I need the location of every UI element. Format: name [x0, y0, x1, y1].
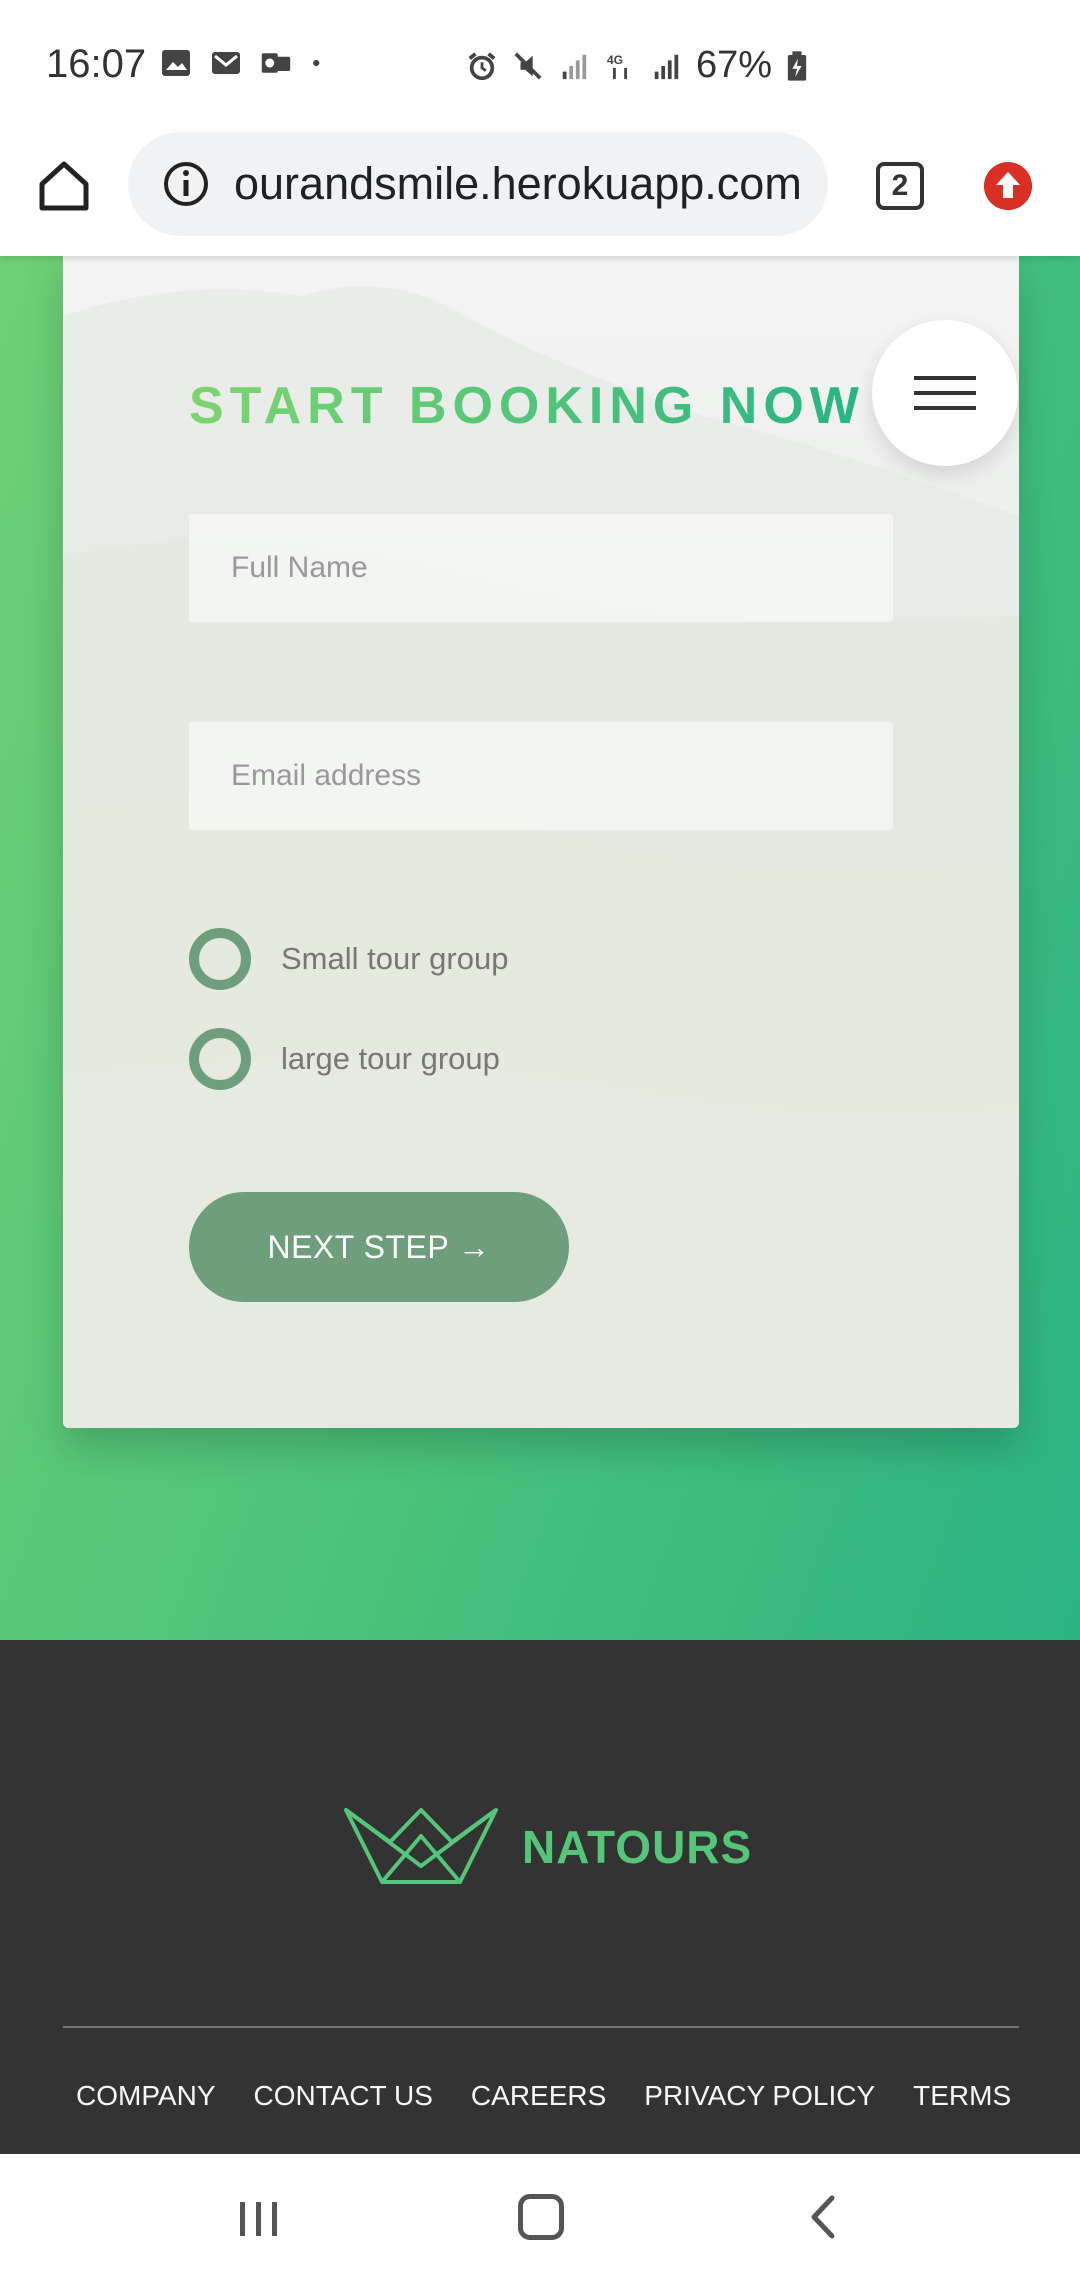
hamburger-icon [914, 391, 976, 395]
outlook-icon [261, 53, 291, 73]
radio-button[interactable] [189, 1028, 251, 1090]
hamburger-icon [914, 406, 976, 410]
mute-icon [514, 51, 542, 80]
booking-heading: START BOOKING NOW [189, 377, 865, 435]
notification-icons [160, 48, 330, 78]
4g-icon: 4G [607, 53, 628, 79]
booking-card: START BOOKING NOW Small tour group large… [63, 256, 1019, 1428]
email-field[interactable] [189, 722, 893, 830]
status-time: 16:07 [46, 42, 147, 86]
radio-small-group[interactable]: Small tour group [189, 928, 508, 990]
full-name-field[interactable] [189, 514, 893, 622]
booking-section: START BOOKING NOW Small tour group large… [0, 256, 1080, 1640]
system-icons: 4G 67% [466, 44, 808, 87]
gmail-icon [212, 52, 240, 74]
back-icon[interactable] [800, 2194, 846, 2240]
system-nav-bar [0, 2154, 1080, 2280]
footer-link-contact-us[interactable]: CONTACT US [254, 2080, 433, 2112]
home-icon[interactable] [36, 158, 92, 214]
footer-link-company[interactable]: COMPANY [76, 2080, 216, 2112]
svg-text:4G: 4G [607, 53, 623, 67]
url-text[interactable]: ourandsmile.herokuapp.com [234, 158, 802, 210]
radio-label[interactable]: large tour group [281, 1041, 500, 1077]
footer-link-privacy-policy[interactable]: PRIVACY POLICY [644, 2080, 875, 2112]
footer: NATOURS COMPANY CONTACT US CAREERS PRIVA… [0, 1640, 1080, 2154]
signal-icon [654, 54, 679, 79]
battery-percent: 67% [696, 44, 773, 86]
dot-icon [313, 59, 320, 67]
battery-charging-icon [787, 50, 807, 81]
info-icon[interactable] [162, 160, 210, 208]
update-icon[interactable] [984, 162, 1032, 210]
signal-icon [562, 54, 587, 79]
footer-link-careers[interactable]: CAREERS [471, 2080, 606, 2112]
home-nav-icon[interactable] [518, 2194, 564, 2240]
recents-icon[interactable] [236, 2196, 282, 2242]
footer-nav: COMPANY CONTACT US CAREERS PRIVACY POLIC… [76, 2080, 1011, 2112]
next-step-button[interactable]: NEXT STEP → [189, 1192, 569, 1302]
status-bar: 16:07 4G 67% [0, 0, 1080, 132]
menu-button[interactable] [872, 320, 1018, 466]
footer-link-terms[interactable]: TERMS [913, 2080, 1011, 2112]
footer-divider [63, 2026, 1019, 2028]
tab-switcher-button[interactable]: 2 [876, 162, 924, 210]
hamburger-icon [914, 376, 976, 380]
radio-large-group[interactable]: large tour group [189, 1028, 500, 1090]
radio-button[interactable] [189, 928, 251, 990]
radio-label[interactable]: Small tour group [281, 941, 508, 977]
footer-brand: NATOURS [522, 1821, 753, 1873]
image-icon [162, 50, 190, 76]
email-input[interactable] [189, 722, 893, 830]
natours-logo-icon [344, 1808, 498, 1884]
browser-toolbar: ourandsmile.herokuapp.com 2 [0, 132, 1080, 256]
alarm-icon [468, 51, 496, 80]
address-bar[interactable]: ourandsmile.herokuapp.com [128, 132, 828, 236]
full-name-input[interactable] [189, 514, 893, 622]
